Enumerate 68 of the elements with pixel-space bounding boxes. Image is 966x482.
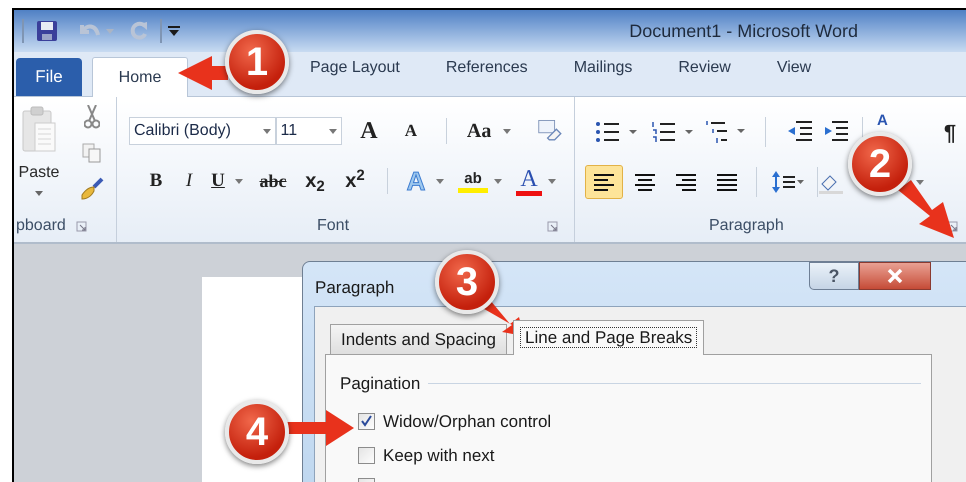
- font-size-field[interactable]: 11: [276, 117, 342, 145]
- caret-icon[interactable]: [262, 128, 271, 134]
- dialog-tab[interactable]: Line and Page Breaks: [513, 320, 704, 355]
- change-case-button[interactable]: Aa: [466, 116, 492, 146]
- bold-button[interactable]: B: [141, 166, 171, 196]
- align-left-button[interactable]: [585, 165, 623, 199]
- copy-icon[interactable]: [82, 143, 102, 163]
- caret-icon[interactable]: [503, 128, 512, 134]
- increase-indent-icon[interactable]: [822, 120, 850, 144]
- window-title: Document1 - Microsoft Word: [629, 20, 858, 42]
- caret-icon[interactable]: [494, 178, 502, 184]
- superscript-button[interactable]: x$^{2}$: [335, 166, 375, 196]
- launcher-icon[interactable]: [76, 220, 87, 232]
- multilevel-list-icon[interactable]: [705, 119, 747, 145]
- group-label: pboard: [16, 216, 66, 236]
- font-name-field[interactable]: Calibri (Body): [129, 117, 276, 145]
- customize-icon[interactable]: [168, 26, 180, 36]
- save-icon[interactable]: [36, 20, 58, 42]
- numbering-icon[interactable]: [651, 120, 693, 144]
- caret-icon[interactable]: [328, 128, 337, 134]
- brush-icon[interactable]: [80, 177, 104, 201]
- launcher-icon[interactable]: [547, 220, 558, 232]
- caret-icon[interactable]: [548, 178, 556, 184]
- lines-icon: [674, 171, 698, 193]
- font-color-button[interactable]: A: [516, 166, 542, 196]
- ribbon-tab[interactable]: Home: [92, 57, 188, 97]
- paste-label[interactable]: Paste: [18, 161, 60, 185]
- dialog-title: Paragraph: [315, 277, 394, 299]
- line-spacing-icon[interactable]: [771, 169, 805, 195]
- checkbox[interactable]: [358, 412, 375, 430]
- pointer-arrow: [178, 56, 228, 90]
- lines-icon: [633, 171, 657, 193]
- grow-font-button[interactable]: A: [350, 113, 388, 149]
- help-button[interactable]: ?: [809, 262, 859, 290]
- underline-button[interactable]: U: [207, 166, 229, 196]
- caret-icon[interactable]: [35, 191, 43, 196]
- file-tab[interactable]: File: [16, 58, 82, 96]
- strikethrough-button[interactable]: abc: [251, 168, 295, 194]
- sort-button[interactable]: A: [877, 113, 888, 128]
- checkbox-label: Keep with next: [383, 445, 495, 467]
- bullets-icon[interactable]: [595, 120, 637, 144]
- shrink-font-button[interactable]: A: [394, 118, 428, 144]
- decrease-indent-icon[interactable]: [786, 120, 814, 144]
- lines-icon: [715, 171, 739, 193]
- caret-icon[interactable]: [436, 178, 444, 184]
- subscript-button[interactable]: x$_{2}$: [295, 166, 335, 196]
- close-button[interactable]: [859, 262, 931, 290]
- caret-icon[interactable]: [235, 178, 243, 184]
- checkbox-label: Widow/Orphan control: [383, 410, 552, 432]
- scissors-icon[interactable]: [84, 105, 100, 129]
- highlight-button[interactable]: ab: [458, 170, 488, 192]
- section-heading: Pagination: [340, 373, 420, 395]
- caret-icon[interactable]: [916, 180, 924, 184]
- italic-button[interactable]: I: [171, 166, 207, 196]
- pointer-arrow: [898, 180, 954, 238]
- pointer-arrow: [286, 410, 354, 446]
- checkbox[interactable]: [358, 447, 375, 464]
- lines-icon: [592, 171, 616, 193]
- ribbon-tab[interactable]: References: [446, 48, 528, 88]
- group-label: Paragraph: [709, 216, 784, 236]
- dialog-tab[interactable]: Indents and Spacing: [330, 324, 508, 354]
- ribbon-tab[interactable]: View: [776, 48, 812, 88]
- show-marks-button[interactable]: ¶: [944, 116, 956, 148]
- ribbon-tab[interactable]: Mailings: [574, 48, 632, 88]
- group-label: Font: [317, 216, 350, 236]
- close-icon: [887, 269, 903, 283]
- ribbon-tab[interactable]: Page Layout: [310, 48, 400, 88]
- ribbon-tab[interactable]: Review: [678, 48, 731, 88]
